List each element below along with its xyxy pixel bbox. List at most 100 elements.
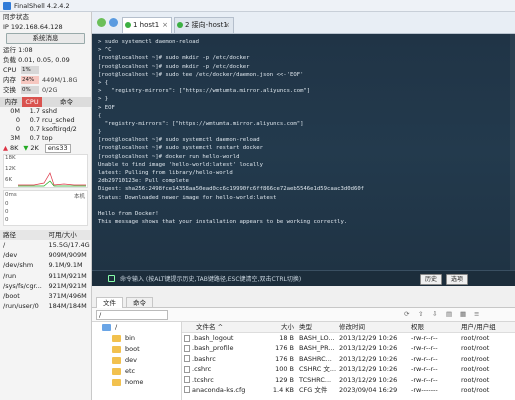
close-tab-icon[interactable]: × (162, 18, 168, 32)
file-row[interactable]: .tcshrc 129 B TCSHRC... 2013/12/29 10:26 -rw… (182, 375, 515, 385)
file-row[interactable]: .bash_profile 176 B BASH_PR... 2013/12/29 1… (182, 343, 515, 353)
folder-icon (102, 324, 111, 331)
terminal-output[interactable]: > sudo systemctl daemon-reload > ^C [root@… (92, 34, 515, 270)
tree-item-label: bin (125, 334, 136, 342)
history-button[interactable]: 历史 (420, 274, 442, 285)
proc-col-cmd[interactable]: 命令 (42, 97, 91, 107)
file-size: 18 B (279, 334, 294, 342)
session-list-icon[interactable] (109, 18, 118, 27)
file-size: 176 B (275, 344, 294, 353)
tree-item[interactable]: dev (92, 355, 181, 366)
session-tab-bar: 1 host1 × 2 接向-host1 × (92, 12, 515, 34)
tab-host1[interactable]: 1 host1 × (122, 17, 172, 33)
system-monitor-panel: 同步状态 IP 192.168.64.128 系统消息 运行 1:08 负载 0… (0, 12, 92, 400)
process-row[interactable]: 0 0.7 ksoftirqd/2 (0, 125, 91, 134)
path-input[interactable]: / (96, 310, 168, 320)
process-row[interactable]: 3M 0.7 top (0, 134, 91, 143)
tab-commands[interactable]: 命令 (126, 297, 153, 308)
file-row[interactable]: .cshrc 100 B CSHRC 文... 2013/12/29 10:26 -rw… (182, 364, 515, 374)
ip-address: IP 192.168.64.128 (3, 23, 63, 31)
col-size[interactable]: 大小 (267, 322, 297, 332)
options-button[interactable]: 选项 (446, 274, 468, 285)
file-name: .bash_logout (182, 333, 267, 343)
ping-tick: 0 (5, 201, 9, 207)
terminal-line: "registry-mirrors": ["https://wmtumta.mi… (98, 120, 304, 127)
file-list: 文件名 ^ 大小 类型 修改时间 权限 用户/用户组 .bash_logout 1… (182, 322, 515, 400)
disk-path: /run (3, 271, 17, 280)
process-row[interactable]: 0M 1.7 sshd (0, 107, 91, 116)
terminal-scrollbar[interactable] (510, 34, 515, 270)
terminal-line: } (98, 129, 102, 136)
tree-item[interactable]: etc (92, 366, 181, 377)
terminal-line: > ^C (98, 47, 112, 54)
folder-icon (112, 368, 121, 375)
network-graph: 18K 12K 6K (3, 154, 88, 188)
panel-splitter[interactable] (92, 286, 515, 296)
disk-row: /dev/shm 9.1M/9.1M (0, 260, 91, 270)
col-filename[interactable]: 文件名 ^ (182, 322, 267, 332)
folder-icon (112, 379, 121, 386)
terminal-line: [root@localhost ~]# sudo systemctl resta… (98, 145, 264, 152)
proc-col-cpu[interactable]: CPU (22, 97, 42, 107)
file-modified: 2013/12/29 10:26 (339, 344, 398, 353)
disk-path: /dev/shm (3, 261, 34, 270)
tree-item[interactable]: home (92, 377, 181, 388)
system-info-button[interactable]: 系统消息 (6, 33, 85, 44)
file-row[interactable]: .bash_logout 18 B BASH_LO... 2013/12/29 10:… (182, 333, 515, 343)
tab-files[interactable]: 文件 (96, 297, 123, 308)
proc-mem: 0M (10, 107, 20, 115)
ping-local-label: 本机 (73, 194, 85, 200)
load-average: 负载 0.01, 0.05, 0.09 (3, 56, 70, 64)
command-input-bar[interactable]: 命令输入 (按ALT键提示历史,TAB键路径,ESC键清空,双击CTRL切换) … (92, 270, 515, 286)
memory-label: 内存 (3, 76, 16, 84)
tree-item[interactable]: / (92, 322, 181, 333)
file-modified: 2013/12/29 10:26 (339, 334, 398, 342)
col-modified[interactable]: 修改时间 (337, 322, 409, 332)
col-type[interactable]: 类型 (297, 322, 337, 332)
new-session-icon[interactable] (97, 18, 106, 27)
cpu-value: 1% (22, 67, 31, 73)
refresh-icon[interactable]: ⟳ (404, 310, 409, 318)
file-modified: 2013/12/29 10:26 (339, 365, 398, 374)
file-row[interactable]: .bashrc 176 B BASHRC... 2013/12/29 10:26 -rw… (182, 354, 515, 364)
file-permissions: -rw------- (411, 385, 438, 394)
col-permissions[interactable]: 权限 (409, 322, 459, 332)
cpu-bar: 1% (21, 66, 39, 74)
terminal-line: This message shows that your installatio… (98, 219, 348, 226)
col-owner[interactable]: 用户/用户组 (459, 322, 515, 332)
tab-host1-copy[interactable]: 2 接向-host1 × (174, 17, 234, 33)
file-owner: root/root (461, 385, 490, 394)
tree-item[interactable]: bin (92, 333, 181, 344)
proc-cpu: 0.7 (29, 134, 40, 142)
tree-item-label: etc (125, 367, 136, 375)
process-row[interactable]: 0 0.7 rcu_sched (0, 116, 91, 125)
swap-detail: 0/2G (42, 86, 58, 94)
network-status: ▲ 8K ▼ 2K ens33 (0, 143, 91, 153)
disk-path: / (3, 241, 6, 249)
upload-icon[interactable]: ⇧ (418, 310, 423, 318)
disk-size: 184M/184M (48, 302, 87, 311)
download-icon[interactable]: ⇩ (432, 310, 437, 318)
disk-path: /boot (3, 291, 20, 300)
command-input-hint[interactable]: 命令输入 (按ALT键提示历史,TAB键路径,ESC键清空,双击CTRL切换) (120, 274, 301, 283)
close-tab-icon[interactable]: × (224, 18, 230, 32)
disk-path: /sys/fs/cgr... (3, 281, 42, 290)
ping-tick: 0 (5, 209, 9, 215)
terminal-icon[interactable]: ▦ (460, 310, 466, 318)
new-folder-icon[interactable]: ▤ (446, 310, 452, 318)
proc-col-mem[interactable]: 内存 (0, 97, 22, 107)
terminal-line: { (98, 112, 102, 119)
disk-list: / 15.5G/17.4G/dev 909M/909M/dev/shm 9.1M/9.… (0, 240, 91, 311)
disk-size: 371M/496M (48, 291, 87, 300)
menu-icon[interactable]: ≡ (474, 310, 479, 318)
swap-label: 交换 (3, 86, 16, 94)
file-type: BASH_LO... (299, 334, 335, 342)
tree-item[interactable]: boot (92, 344, 181, 355)
interface-select[interactable]: ens33 (44, 143, 71, 153)
upload-arrow-icon: ▲ (3, 144, 8, 152)
file-name: .bash_profile (182, 343, 267, 353)
swap-metric: 交换 0% 0/2G (0, 85, 91, 95)
file-row[interactable]: anaconda-ks.cfg 1.4 KB CFG 文件 2023/09/04 16… (182, 385, 515, 395)
file-size: 1.4 KB (272, 385, 294, 394)
